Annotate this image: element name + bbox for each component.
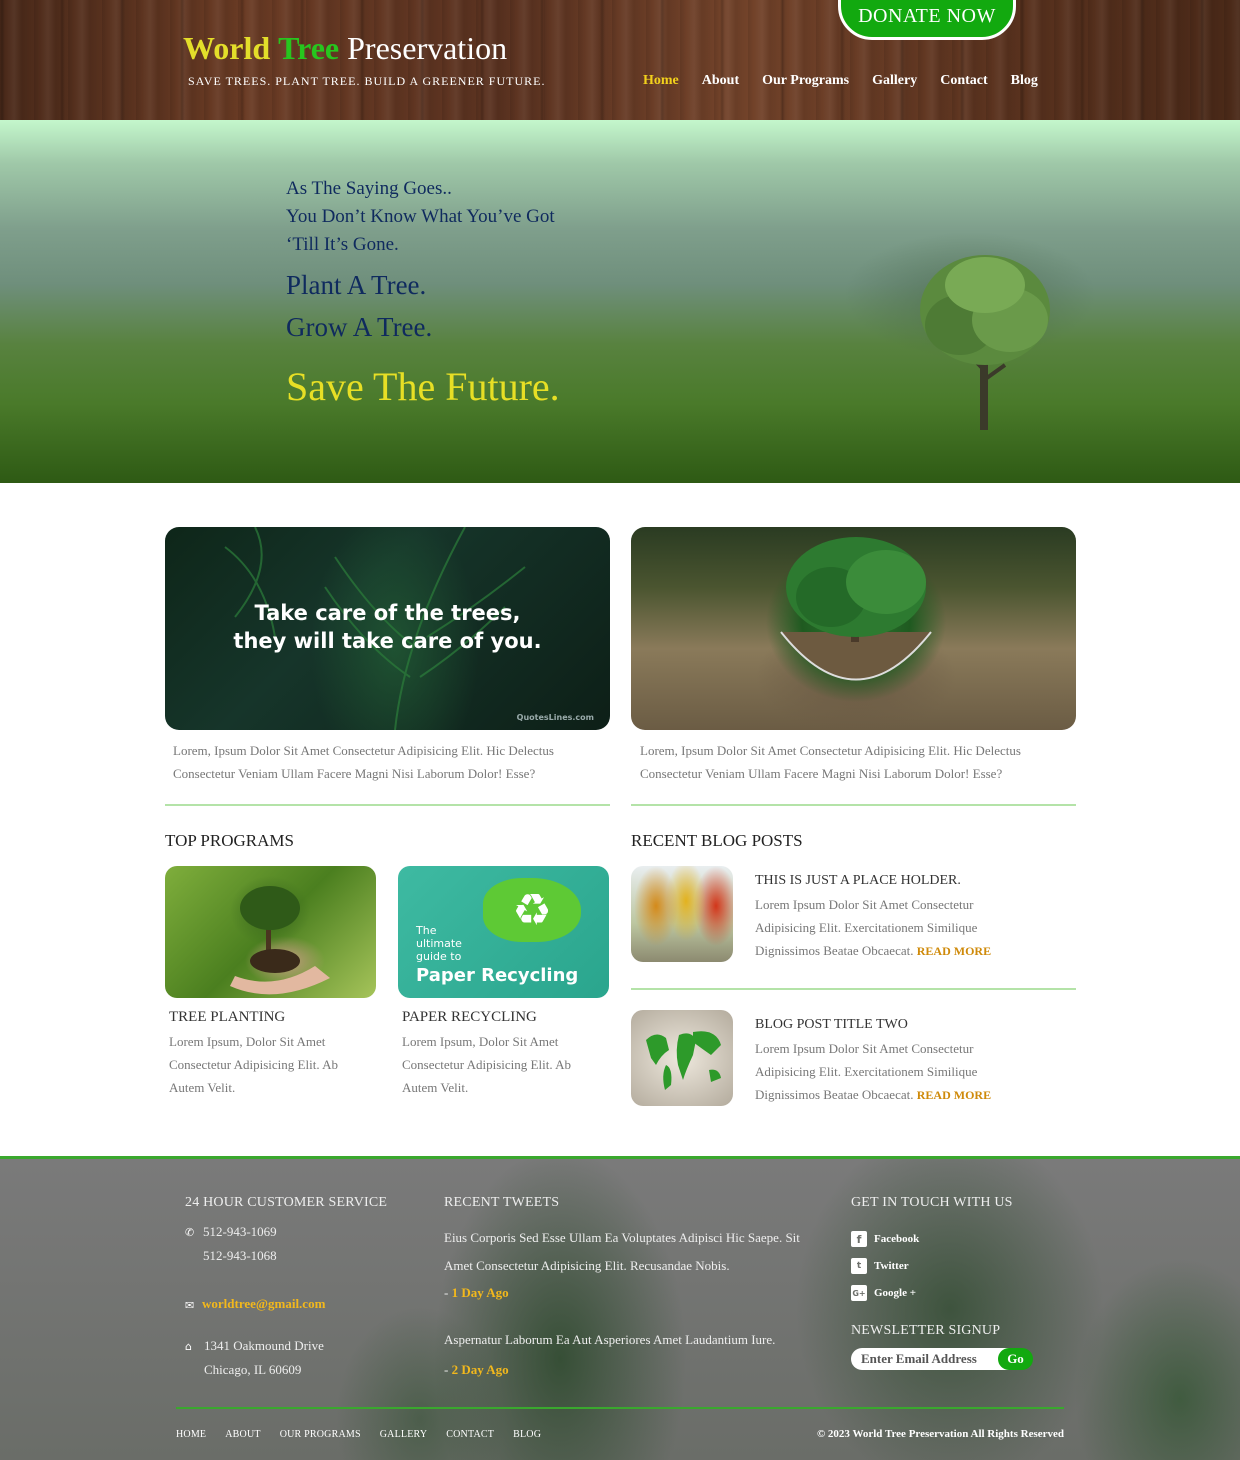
footer-nav-our-programs[interactable]: Our Programs	[280, 1429, 361, 1440]
tree-in-globe-image[interactable]	[631, 527, 1076, 730]
phone-2: 512-943-1068	[203, 1248, 277, 1263]
hero-save-the-future: Save The Future.	[286, 364, 560, 409]
tweet-1: Eius Corporis Sed Esse Ullam Ea Voluptat…	[444, 1230, 800, 1273]
newsletter-go-button[interactable]: Go	[998, 1348, 1033, 1370]
site-header: World Tree Preservation Save Trees. Plan…	[0, 0, 1240, 120]
paper-recycling-image[interactable]: ♻ The ultimate guide to Paper Recycling	[398, 866, 609, 998]
blog-post-2-thumbnail[interactable]	[631, 1010, 733, 1106]
read-more-link[interactable]: Read More	[917, 1088, 991, 1102]
hero-line-2: You Don’t Know What You’ve Got	[286, 206, 555, 227]
nav-our-programs[interactable]: Our Programs	[762, 73, 849, 89]
quote-text: Take care of the trees, they will take c…	[165, 599, 610, 655]
tweet-1-ago: 1 Day Ago	[451, 1285, 509, 1300]
site-logo[interactable]: World Tree Preservation	[183, 30, 507, 67]
blog-post-2-excerpt: Lorem Ipsum Dolor Sit Amet Consectetur A…	[755, 1037, 1025, 1107]
google-plus-label: Google +	[874, 1287, 917, 1299]
quote-watermark: QuotesLines.com	[516, 713, 594, 722]
twitter-link[interactable]: t Twitter	[851, 1258, 909, 1274]
site-tagline: Save Trees. Plant Tree. Build A Greener …	[188, 74, 546, 88]
divider	[631, 988, 1076, 990]
blog-post-1-thumbnail[interactable]	[631, 866, 733, 962]
footer-divider	[176, 1407, 1064, 1409]
blog-post-1-excerpt: Lorem Ipsum Dolor Sit Amet Consectetur A…	[755, 893, 1025, 963]
nav-about[interactable]: About	[702, 73, 739, 89]
quote-line-2: they will take care of you.	[233, 629, 542, 653]
phone-1: 512-943-1069	[203, 1224, 277, 1239]
recent-tweets-heading: Recent Tweets	[444, 1195, 560, 1210]
footer-nav-gallery[interactable]: Gallery	[380, 1429, 428, 1440]
blog-post-1-title[interactable]: This Is Just A Place Holder.	[755, 873, 961, 889]
logo-word-world: World	[183, 30, 271, 66]
google-plus-icon: G+	[851, 1285, 867, 1301]
hero-banner: As The Saying Goes.. You Don’t Know What…	[0, 120, 1240, 483]
address-line-2: Chicago, IL 60609	[204, 1362, 302, 1377]
hero-line-1: As The Saying Goes..	[286, 178, 452, 199]
facebook-link[interactable]: f Facebook	[851, 1231, 919, 1247]
copyright-text: © 2023 World Tree Preservation All Right…	[816, 1428, 1064, 1440]
logo-word-preservation: Preservation	[347, 30, 508, 66]
read-more-link[interactable]: Read More	[917, 944, 991, 958]
divider	[165, 804, 610, 806]
quote-image[interactable]: Take care of the trees, they will take c…	[165, 527, 610, 730]
lone-tree-image	[920, 255, 1050, 430]
tweet-2-ago: 2 Day Ago	[451, 1362, 509, 1377]
recycle-badge: ♻	[483, 878, 581, 942]
nav-blog[interactable]: Blog	[1011, 73, 1038, 89]
phone-icon: ✆	[185, 1226, 195, 1239]
logo-word-tree: Tree	[278, 30, 340, 66]
program-tree-planting-title[interactable]: Tree Planting	[169, 1009, 285, 1026]
program-paper-recycling-title[interactable]: Paper Recycling	[402, 1009, 537, 1026]
world-map-graphic	[646, 1031, 721, 1090]
twitter-label: Twitter	[874, 1260, 909, 1272]
donate-button[interactable]: DONATE NOW	[838, 0, 1016, 40]
feature-2-text: Lorem, Ipsum Dolor Sit Amet Consectetur …	[640, 743, 1021, 781]
nav-home[interactable]: Home	[643, 73, 679, 89]
newsletter-email-input[interactable]	[851, 1348, 1011, 1370]
recycling-guide-caption: The ultimate guide to	[416, 924, 462, 963]
divider	[631, 804, 1076, 806]
hero-plant-a-tree: Plant A Tree.	[286, 270, 427, 300]
hero-grow-a-tree: Grow A Tree.	[286, 312, 433, 342]
facebook-label: Facebook	[874, 1233, 920, 1245]
footer-nav-contact[interactable]: Contact	[446, 1429, 494, 1440]
footer-nav-home[interactable]: Home	[176, 1429, 206, 1440]
main-nav: Home About Our Programs Gallery Contact …	[643, 73, 1038, 89]
hero-text: As The Saying Goes.. You Don’t Know What…	[286, 175, 560, 409]
top-programs-heading: Top Programs	[165, 831, 294, 850]
footer-nav-about[interactable]: About	[225, 1429, 260, 1440]
program-paper-recycling-desc: Lorem Ipsum, Dolor Sit Amet Consectetur …	[402, 1034, 571, 1095]
recycling-guide-title: Paper Recycling	[416, 965, 579, 986]
nav-gallery[interactable]: Gallery	[872, 73, 917, 89]
hero-line-3: ‘Till It’s Gone.	[286, 234, 399, 255]
quote-line-1: Take care of the trees,	[254, 601, 521, 625]
feature-1-text: Lorem, Ipsum Dolor Sit Amet Consectetur …	[173, 743, 554, 781]
get-in-touch-heading: Get In Touch With Us	[851, 1195, 1013, 1210]
home-icon: ⌂	[185, 1340, 192, 1353]
tweet-2-time: - 2 Day Ago	[444, 1362, 509, 1377]
nav-contact[interactable]: Contact	[940, 73, 987, 89]
envelope-icon: ✉	[185, 1299, 195, 1312]
tweet-1-time: - 1 Day Ago	[444, 1285, 509, 1300]
footer-nav: Home About Our Programs Gallery Contact …	[176, 1429, 541, 1440]
tweet-2: Aspernatur Laborum Ea Aut Asperiores Ame…	[444, 1332, 776, 1347]
customer-service-heading: 24 Hour Customer Service	[185, 1195, 388, 1210]
footer-nav-blog[interactable]: Blog	[513, 1429, 541, 1440]
recycle-icon: ♻	[512, 884, 552, 936]
hand-holding-sapling-graphic	[230, 886, 330, 995]
blog-post-2-title[interactable]: Blog Post Title Two	[755, 1017, 908, 1033]
tree-planting-image[interactable]	[165, 866, 376, 998]
program-tree-planting-desc: Lorem Ipsum, Dolor Sit Amet Consectetur …	[169, 1034, 338, 1095]
google-plus-link[interactable]: G+ Google +	[851, 1285, 916, 1301]
tree-globe-graphic	[780, 537, 932, 681]
facebook-icon: f	[851, 1231, 867, 1247]
newsletter-heading: Newsletter Signup	[851, 1323, 1001, 1338]
recent-blog-posts-heading: Recent Blog Posts	[631, 831, 803, 850]
address-line-1: 1341 Oakmound Drive	[204, 1338, 324, 1353]
email-link[interactable]: worldtree@gmail.com	[202, 1296, 325, 1312]
twitter-icon: t	[851, 1258, 867, 1274]
